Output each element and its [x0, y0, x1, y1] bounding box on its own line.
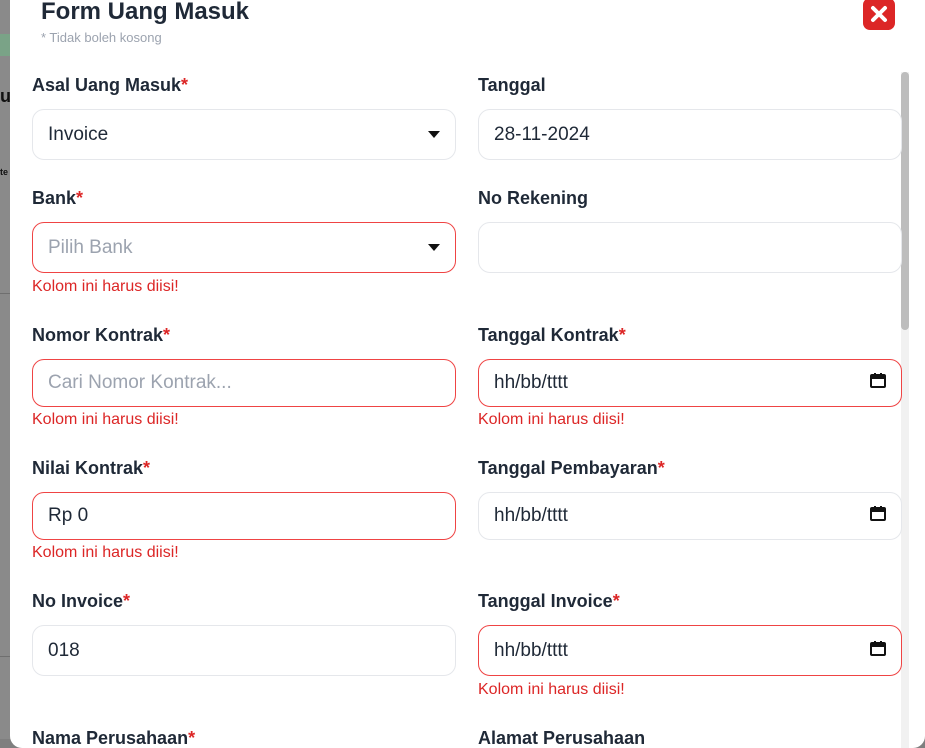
error-message: Kolom ini harus diisi!	[32, 278, 179, 295]
chevron-down-icon	[428, 244, 440, 251]
calendar-icon[interactable]	[870, 505, 886, 527]
nomor-kontrak-search-input[interactable]: Cari Nomor Kontrak...	[32, 359, 456, 407]
field-label: Nomor Kontrak*	[32, 325, 171, 345]
field-label: Asal Uang Masuk*	[32, 75, 189, 95]
calendar-icon[interactable]	[870, 372, 886, 394]
field-label: No Rekening	[478, 188, 589, 208]
modal-title: Form Uang Masuk	[41, 0, 250, 25]
date-value: hh/bb/tttt	[494, 505, 568, 526]
chevron-down-icon	[428, 131, 440, 138]
field-label: Bank*	[32, 188, 84, 208]
field-label: Tanggal Kontrak*	[478, 325, 626, 345]
field-label: Tanggal Invoice*	[478, 591, 620, 611]
date-value: hh/bb/tttt	[494, 372, 568, 393]
no-invoice-input[interactable]: 018	[32, 625, 456, 676]
scrollbar-thumb[interactable]	[901, 72, 909, 330]
bank-select[interactable]: Pilih Bank	[32, 222, 456, 273]
required-note: * Tidak boleh kosong	[41, 30, 162, 45]
field-label: Nama Perusahaan*	[32, 728, 196, 748]
tanggal-kontrak-date-input[interactable]: hh/bb/tttt	[478, 359, 902, 407]
background-text: te	[0, 167, 9, 177]
field-label: Tanggal	[478, 75, 546, 95]
error-message: Kolom ini harus diisi!	[32, 544, 179, 561]
no-rekening-input[interactable]	[478, 222, 902, 273]
input-placeholder: Cari Nomor Kontrak...	[48, 372, 232, 393]
select-value: Invoice	[48, 123, 109, 145]
nilai-kontrak-input[interactable]: Rp 0	[32, 492, 456, 540]
form-modal: Form Uang Masuk * Tidak boleh kosong Asa…	[10, 0, 925, 748]
tanggal-invoice-date-input[interactable]: hh/bb/tttt	[478, 625, 902, 676]
error-message: Kolom ini harus diisi!	[478, 411, 625, 428]
calendar-icon[interactable]	[870, 640, 886, 662]
tanggal-pembayaran-date-input[interactable]: hh/bb/tttt	[478, 492, 902, 540]
field-label: No Invoice*	[32, 591, 131, 611]
input-value: 28-11-2024	[494, 123, 590, 145]
field-label: Alamat Perusahaan	[478, 728, 646, 748]
field-label: Nilai Kontrak*	[32, 458, 151, 478]
error-message: Kolom ini harus diisi!	[478, 681, 625, 698]
select-placeholder: Pilih Bank	[48, 236, 133, 258]
asal-uang-masuk-select[interactable]: Invoice	[32, 109, 456, 160]
date-value: hh/bb/tttt	[494, 639, 568, 661]
close-button[interactable]	[863, 0, 895, 30]
input-value: Rp 0	[48, 505, 89, 526]
error-message: Kolom ini harus diisi!	[32, 411, 179, 428]
field-label: Tanggal Pembayaran*	[478, 458, 665, 478]
close-icon	[871, 6, 887, 22]
input-value: 018	[48, 639, 80, 661]
tanggal-input[interactable]: 28-11-2024	[478, 109, 902, 160]
